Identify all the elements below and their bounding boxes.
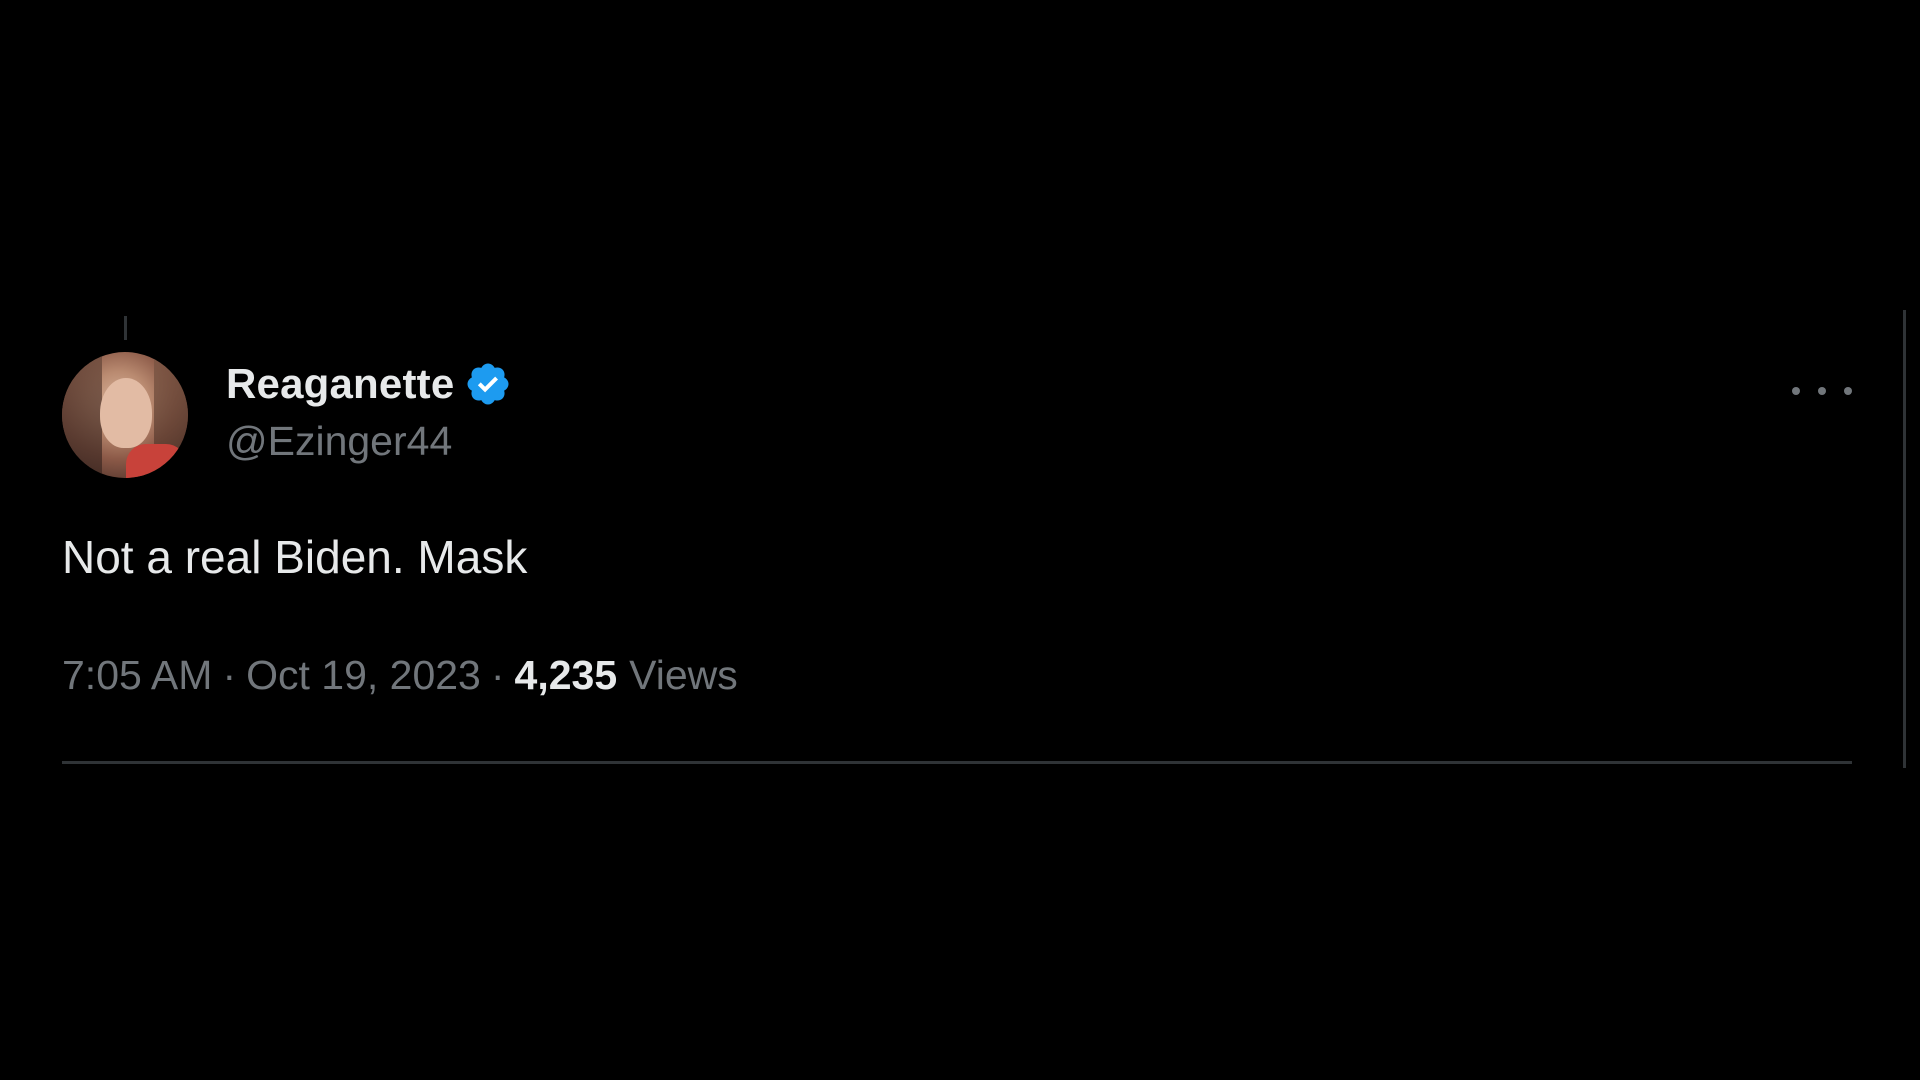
more-dot	[1844, 387, 1852, 395]
tweet-metadata: 7:05 AM · Oct 19, 2023 · 4,235 Views	[62, 652, 738, 699]
more-options-icon[interactable]	[1792, 376, 1852, 406]
screen: Reaganette @Ezinger44 Not a real Biden. …	[0, 0, 1920, 1080]
more-dot	[1818, 387, 1826, 395]
thread-line	[124, 316, 127, 340]
views-count[interactable]: 4,235	[515, 652, 618, 699]
avatar-face	[100, 378, 152, 448]
divider	[62, 761, 1852, 764]
tweet[interactable]: Reaganette @Ezinger44 Not a real Biden. …	[0, 310, 1906, 768]
tweet-time[interactable]: 7:05 AM	[62, 652, 212, 699]
tweet-date[interactable]: Oct 19, 2023	[246, 652, 481, 699]
more-dot	[1792, 387, 1800, 395]
author-name-row: Reaganette	[226, 358, 512, 410]
tweet-text: Not a real Biden. Mask	[62, 531, 528, 583]
avatar-hair-left	[62, 352, 102, 478]
author-handle[interactable]: @Ezinger44	[226, 418, 452, 465]
verified-badge-icon	[467, 363, 509, 405]
meta-separator: ·	[222, 652, 237, 698]
avatar[interactable]	[62, 352, 188, 478]
views-label: Views	[629, 652, 738, 698]
author-display-name[interactable]: Reaganette	[226, 360, 454, 408]
timeline-border	[1903, 310, 1906, 768]
avatar-shirt	[126, 444, 186, 478]
meta-separator: ·	[490, 652, 505, 698]
